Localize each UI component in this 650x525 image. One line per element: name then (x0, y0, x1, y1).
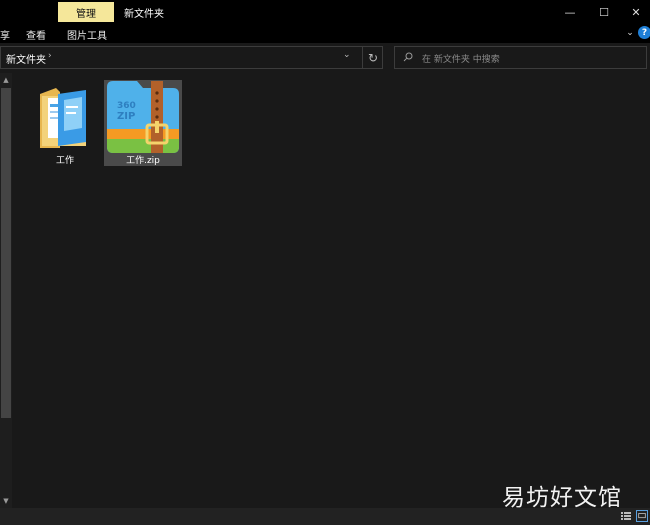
scrollbar-thumb[interactable] (1, 88, 11, 418)
refresh-button[interactable]: ↻ (362, 47, 383, 68)
tab-manage[interactable]: 管理 (58, 2, 114, 22)
ribbon-expand-button[interactable]: ⌄ (623, 26, 637, 40)
search-placeholder: 在 新文件夹 中搜索 (422, 55, 500, 65)
minimize-icon: — (564, 5, 576, 19)
window-title: 新文件夹 (124, 9, 164, 20)
tab-view[interactable]: 查看 (26, 27, 46, 42)
large-icons-view-icon[interactable] (636, 510, 648, 522)
file-item-label: 工作 (55, 156, 74, 166)
search-icon (403, 52, 413, 62)
watermark-text: 易坊好文馆 (502, 485, 622, 511)
file-item-folder[interactable]: 工作 (26, 80, 104, 166)
maximize-button[interactable]: ☐ (588, 0, 620, 24)
chevron-down-icon: ⌄ (626, 28, 634, 38)
zip-brand-zip: ZIP (117, 111, 135, 122)
close-button[interactable]: ✕ (622, 0, 650, 24)
zip-archive-icon: 360 ZIP (107, 81, 179, 153)
maximize-icon: ☐ (599, 5, 609, 19)
close-icon: ✕ (631, 5, 641, 19)
scroll-up-icon[interactable]: ▲ (1, 75, 11, 85)
tab-share[interactable]: 享 (0, 27, 10, 42)
address-bar[interactable] (0, 46, 383, 69)
minimize-button[interactable]: — (554, 0, 586, 24)
help-icon[interactable]: ? (638, 26, 650, 39)
breadcrumb-chevron-icon[interactable]: › (48, 51, 52, 61)
folder-icon (40, 88, 86, 148)
scroll-down-icon[interactable]: ▼ (1, 496, 11, 506)
breadcrumb-current-folder[interactable]: 新文件夹 (6, 51, 46, 66)
refresh-icon: ↻ (367, 50, 379, 65)
file-item-label: 工作.zip (126, 156, 160, 166)
tab-picture-tools[interactable]: 图片工具 (67, 27, 107, 42)
file-item-zip[interactable]: 360 ZIP 工作.zip (104, 80, 182, 166)
zip-brand-360: 360 (117, 101, 136, 111)
address-history-dropdown[interactable]: ⌄ (343, 50, 351, 60)
